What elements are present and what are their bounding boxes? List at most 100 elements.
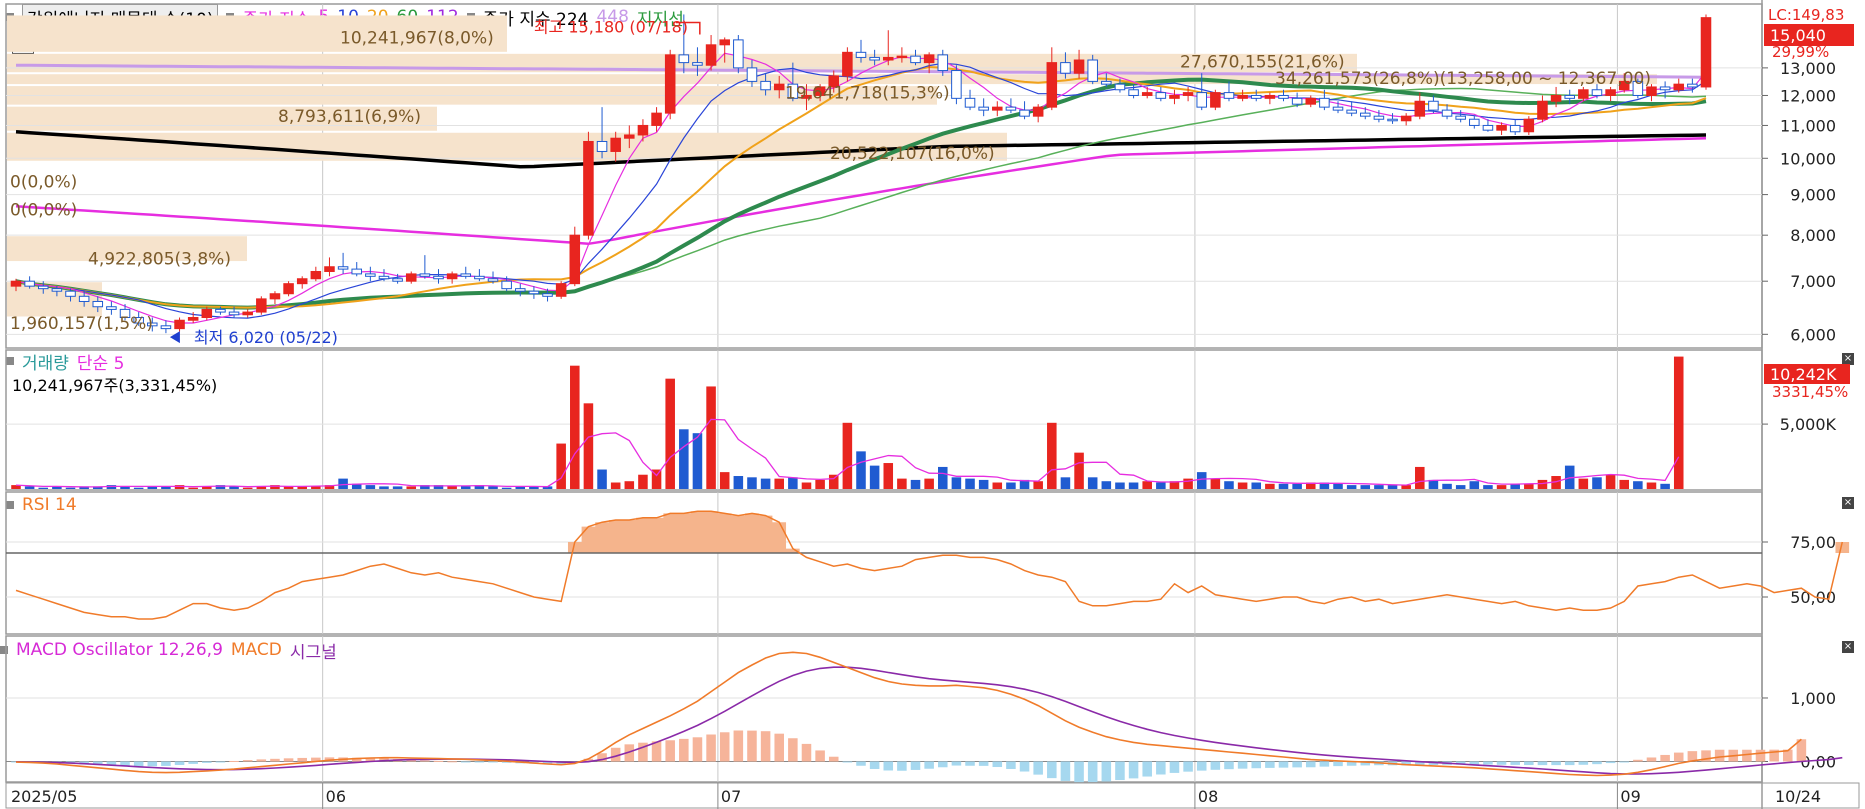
volume-bar	[1469, 481, 1480, 489]
candle-body	[746, 67, 758, 82]
macd-oscillator-bar	[1673, 752, 1684, 762]
volume-bar	[1156, 482, 1166, 489]
candle-body	[1687, 83, 1698, 88]
volume-bar	[1673, 356, 1684, 489]
candle-body	[1455, 115, 1466, 120]
volume-profile-label: 10,241,967(8,0%)	[340, 28, 494, 48]
volume-bar	[1360, 485, 1371, 489]
candle-body	[923, 54, 935, 64]
candle-body	[392, 278, 403, 282]
volume-bar	[1374, 485, 1384, 489]
volume-bar	[1496, 485, 1507, 489]
macd-oscillator-bar	[1074, 761, 1084, 783]
volume-bar	[910, 479, 921, 489]
candle-body	[92, 300, 104, 308]
volume-bar	[1333, 483, 1343, 489]
candle-body	[1550, 94, 1562, 102]
volume-bar	[992, 482, 1003, 489]
candle-body	[1060, 62, 1071, 74]
volume-bar	[392, 486, 403, 489]
volume-bar	[1619, 479, 1629, 489]
candle-body	[37, 285, 49, 290]
macd-oscillator-bar	[447, 761, 457, 763]
price-axis-label: 11,000	[1780, 116, 1836, 135]
volume-bar	[978, 479, 989, 489]
candle-body	[324, 266, 335, 272]
volume-bar	[1224, 481, 1234, 489]
macd-oscillator-bar	[147, 761, 158, 767]
volume-bar	[1592, 477, 1602, 489]
volume-bar	[1033, 481, 1043, 489]
macd-oscillator-bar	[828, 756, 839, 762]
candle-body	[842, 51, 853, 77]
volume-bar	[788, 477, 798, 489]
volume-bar	[924, 478, 934, 489]
macd-signal-line	[15, 666, 1843, 775]
candle-body	[733, 39, 744, 69]
candle-body	[1169, 94, 1180, 99]
macd-oscillator-bar	[938, 761, 948, 768]
macd-oscillator-bar	[161, 761, 171, 766]
volume-bar	[638, 474, 648, 489]
macd-oscillator-bar	[1714, 749, 1725, 762]
volume-bar	[760, 478, 771, 489]
macd-oscillator-bar	[733, 730, 744, 762]
macd-oscillator-bar	[174, 761, 185, 765]
candle-body	[1578, 89, 1589, 99]
candle-body	[106, 306, 117, 310]
candle-body	[1223, 92, 1235, 99]
candle-body	[1305, 97, 1317, 105]
candle-body	[1264, 94, 1276, 99]
low-arrow-icon	[169, 331, 180, 344]
candle-body	[1469, 118, 1480, 126]
rsi-axis-label: 75,00	[1790, 533, 1836, 552]
candle-body	[1360, 112, 1371, 117]
macd-oscillator-bar	[1156, 761, 1166, 775]
volume-bar	[406, 486, 417, 489]
macd-oscillator-bar	[1169, 761, 1180, 773]
candle-body	[365, 273, 376, 277]
macd-oscillator-bar	[1619, 761, 1629, 763]
candle-body	[1482, 124, 1494, 131]
volume-bar	[897, 478, 907, 489]
volume-bar	[1278, 483, 1289, 489]
volume-bar	[774, 478, 784, 489]
volume-bar	[447, 486, 457, 489]
candle-body	[882, 56, 894, 61]
candle-body	[10, 280, 22, 287]
volume-bar	[1060, 477, 1071, 489]
volume-bar	[460, 486, 471, 489]
macd-oscillator-bar	[883, 761, 894, 771]
macd-oscillator-bar	[1564, 761, 1575, 766]
macd-oscillator-bar	[951, 761, 962, 766]
volume-bar	[938, 466, 948, 489]
macd-oscillator-bar	[1087, 761, 1098, 783]
macd-oscillator-bar	[297, 757, 307, 762]
macd-oscillator-bar	[242, 760, 253, 762]
macd-oscillator-bar	[1060, 761, 1071, 781]
candle-body	[1210, 92, 1221, 108]
rsi-line	[15, 510, 1844, 620]
candle-body	[1659, 86, 1671, 91]
volume-axis-label: 5,000K	[1780, 415, 1837, 434]
volume-bar	[38, 487, 49, 489]
candle-body	[1441, 109, 1453, 117]
candle-body	[1496, 124, 1507, 131]
candle-body	[1291, 97, 1303, 105]
price-axis-label: 13,000	[1780, 59, 1836, 78]
macd-oscillator-bar	[651, 741, 662, 762]
candle-body	[1591, 89, 1603, 96]
macd-oscillator-bar	[1278, 761, 1289, 768]
candle-body	[705, 44, 717, 66]
price-axis-label: 10,000	[1780, 149, 1836, 168]
macd-oscillator-bar	[1196, 761, 1207, 771]
volume-bar	[379, 486, 389, 489]
macd-oscillator-bar	[856, 761, 866, 766]
candle-body	[1128, 89, 1139, 96]
chart-canvas[interactable]: 2025/05060708091010/246,0007,0008,0009,0…	[0, 0, 1865, 809]
macd-oscillator-bar	[774, 733, 784, 762]
candle-body	[1114, 83, 1126, 91]
volume-profile-label: 4,922,805(3,8%)	[88, 249, 231, 269]
macd-oscillator-bar	[679, 738, 689, 762]
volume-bar	[1006, 482, 1016, 489]
